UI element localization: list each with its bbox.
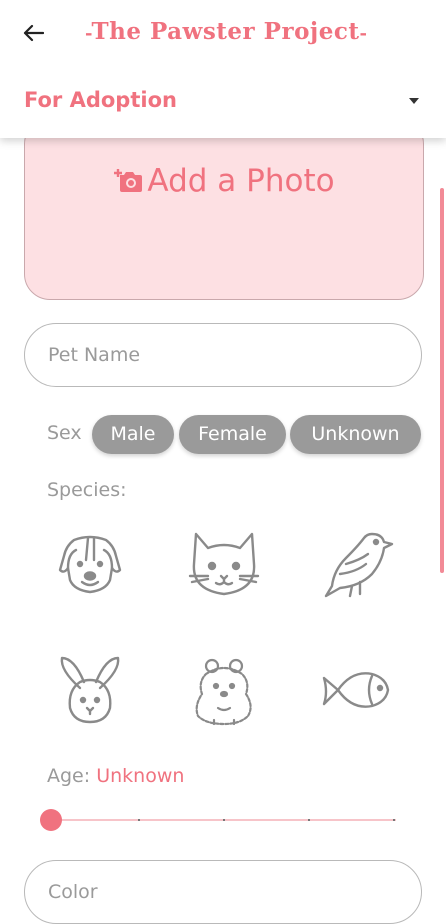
back-button[interactable] — [18, 18, 48, 48]
age-label: Age: — [47, 765, 91, 787]
rabbit-icon — [60, 656, 120, 724]
dog-icon — [58, 535, 122, 594]
age-slider[interactable] — [38, 808, 398, 834]
fish-icon — [322, 672, 390, 708]
add-photo-button[interactable]: Add a Photo — [24, 118, 424, 300]
species-hamster-option[interactable] — [184, 652, 264, 732]
species-cat-option[interactable] — [184, 524, 264, 604]
app-title: -The Pawster Project- — [85, 14, 368, 50]
sex-option-male[interactable]: Male — [92, 415, 174, 454]
sex-option-female[interactable]: Female — [179, 415, 286, 454]
age-slider-thumb[interactable] — [40, 809, 62, 831]
listing-type-dropdown[interactable]: For Adoption — [0, 80, 446, 126]
camera-add-icon — [114, 169, 143, 192]
age-row: Age: Unknown — [47, 765, 184, 787]
sex-option-unknown[interactable]: Unknown — [290, 415, 421, 454]
color-input[interactable] — [24, 860, 422, 924]
app-title-text: The Pawster Project — [91, 18, 360, 45]
add-photo-label: Add a Photo — [147, 163, 335, 199]
species-bird-option[interactable] — [316, 524, 396, 604]
age-slider-tick — [393, 819, 395, 821]
hamster-icon — [195, 658, 252, 726]
bird-icon — [324, 532, 394, 598]
species-rabbit-option[interactable] — [50, 652, 130, 732]
pet-name-input[interactable] — [24, 323, 422, 387]
age-slider-tick — [138, 819, 140, 821]
listing-type-value: For Adoption — [24, 88, 177, 112]
add-photo-content: Add a Photo — [25, 163, 423, 199]
top-app-bar: -The Pawster Project- For Adoption — [0, 0, 446, 138]
arrow-left-icon — [23, 24, 44, 42]
species-label: Species: — [47, 479, 127, 501]
species-fish-option[interactable] — [316, 652, 396, 732]
age-slider-tick — [223, 819, 225, 821]
species-dog-option[interactable] — [50, 524, 130, 604]
title-decoration-right: - — [359, 23, 368, 44]
age-value: Unknown — [96, 765, 185, 787]
scrollbar[interactable] — [440, 188, 444, 573]
caret-down-icon — [409, 98, 419, 104]
sex-label: Sex — [47, 422, 82, 444]
cat-icon — [188, 532, 260, 596]
age-slider-tick — [308, 819, 310, 821]
